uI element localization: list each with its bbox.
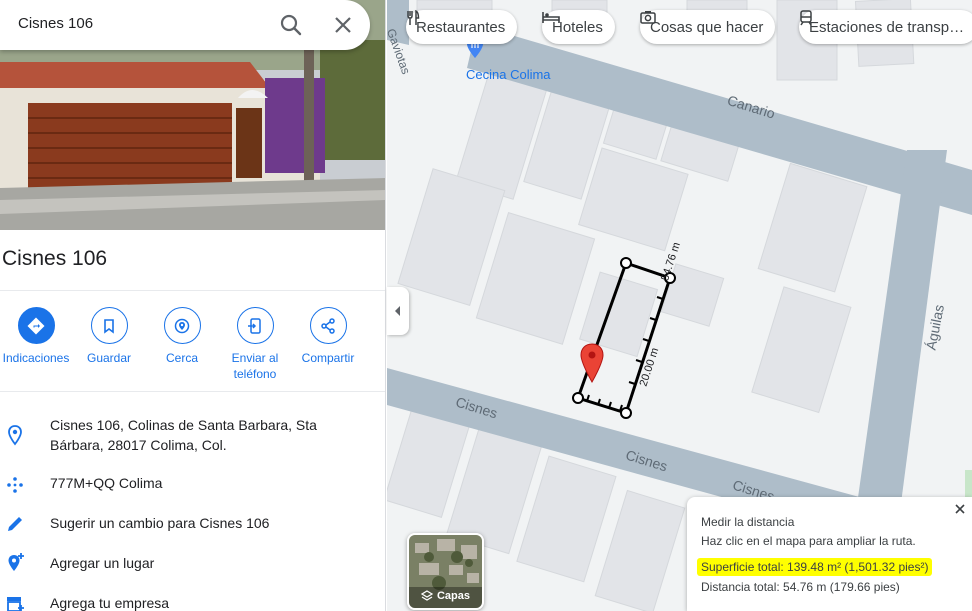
camera-icon <box>640 11 656 24</box>
restaurant-icon <box>407 10 420 25</box>
add-place-row[interactable]: Agregar un lugar <box>0 552 385 592</box>
divider <box>0 391 385 392</box>
plus-code-text: 777M+QQ Colima <box>50 475 163 491</box>
close-icon[interactable] <box>330 12 356 38</box>
address-line-1: Cisnes 106, Colinas de Santa Barbara, St… <box>50 417 317 433</box>
chip-restaurants[interactable]: Restaurantes <box>406 10 518 44</box>
search-box: Cisnes 106 <box>0 0 370 50</box>
add-business-text: Agrega tu empresa <box>50 595 170 611</box>
plus-code-icon <box>4 474 26 496</box>
search-icon[interactable] <box>278 12 304 38</box>
add-place-text: Agregar un lugar <box>50 555 155 571</box>
chip-things-to-do[interactable]: Cosas que hacer <box>640 10 776 44</box>
nearby-label: Cerca <box>165 351 198 365</box>
close-icon[interactable] <box>953 502 967 516</box>
storefront-icon <box>4 593 26 611</box>
address-line-2: Bárbara, 28017 Colima, Col. <box>50 437 227 453</box>
send-to-phone-button[interactable]: Enviar al teléfono <box>219 307 291 382</box>
share-label: Compartir <box>301 351 355 365</box>
chip-hotels[interactable]: Hoteles <box>542 10 615 44</box>
directions-icon <box>17 307 55 344</box>
layers-label-text: Capas <box>436 590 471 602</box>
nearby-icon <box>163 307 201 344</box>
nearby-button[interactable]: Cerca <box>146 307 218 366</box>
add-location-icon <box>4 552 26 574</box>
measure-distance-total: Distancia total: 54.76 m (179.66 pies) <box>701 580 900 594</box>
suggest-edit-text: Sugerir un cambio para Cisnes 106 <box>50 515 270 531</box>
measure-distance-panel: Medir la distancia Haz clic en el mapa p… <box>687 497 972 611</box>
save-label: Guardar <box>86 351 132 365</box>
poi-label: Cecina Colima <box>466 67 551 82</box>
collapse-panel-button[interactable] <box>387 287 409 335</box>
bookmark-icon <box>90 307 128 344</box>
measure-title: Medir la distancia <box>701 515 795 529</box>
place-title: Cisnes 106 <box>2 247 108 270</box>
address-row[interactable]: Cisnes 106, Colinas de Santa Barbara, St… <box>0 414 385 454</box>
layers-label: Capas <box>409 590 482 602</box>
train-icon <box>800 10 812 26</box>
directions-button[interactable]: Indicaciones <box>0 307 72 366</box>
pencil-icon <box>4 513 26 535</box>
save-button[interactable]: Guardar <box>73 307 145 366</box>
layers-button[interactable]: Capas <box>407 533 484 610</box>
chip-label: Cosas que hacer <box>650 18 764 36</box>
chip-transit[interactable]: Estaciones de transp… <box>799 10 972 44</box>
measure-area-total: Superficie total: 139.48 m² (1,501.32 pi… <box>697 558 933 576</box>
search-input[interactable]: Cisnes 106 <box>18 15 93 32</box>
chevron-left-icon <box>395 306 400 316</box>
directions-label: Indicaciones <box>2 351 70 365</box>
plus-code-row[interactable]: 777M+QQ Colima <box>0 472 385 512</box>
layers-icon <box>420 590 433 601</box>
divider <box>0 290 385 291</box>
measure-hint: Haz clic en el mapa para ampliar la ruta… <box>701 534 916 548</box>
suggest-edit-row[interactable]: Sugerir un cambio para Cisnes 106 <box>0 512 385 552</box>
chip-label: Restaurantes <box>416 18 506 36</box>
share-button[interactable]: Compartir <box>292 307 364 366</box>
send-to-phone-icon <box>236 307 274 344</box>
place-panel: Cisnes 106 Cisnes 106 Indicaciones Guard… <box>0 0 386 611</box>
share-icon <box>309 307 347 344</box>
hotel-icon <box>542 12 560 23</box>
add-business-row[interactable]: Agrega tu empresa <box>0 592 385 611</box>
chip-label: Estaciones de transp… <box>809 18 965 36</box>
location-pin-icon <box>4 424 26 446</box>
send-to-phone-label: Enviar al teléfono <box>231 351 279 381</box>
